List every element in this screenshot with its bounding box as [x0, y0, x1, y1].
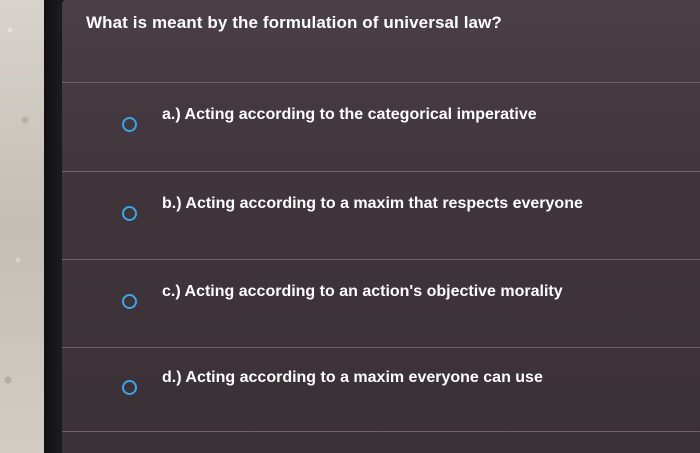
divider: [62, 171, 700, 172]
answer-option-b[interactable]: b.) Acting according to a maxim that res…: [122, 193, 682, 233]
quiz-screen: What is meant by the formulation of univ…: [62, 0, 700, 453]
answer-option-d[interactable]: d.) Acting according to a maxim everyone…: [122, 367, 682, 407]
radio-unselected-icon[interactable]: [122, 206, 137, 221]
divider: [62, 259, 700, 260]
answer-option-c-label: c.) Acting according to an action's obje…: [162, 283, 563, 300]
radio-unselected-icon[interactable]: [122, 117, 137, 132]
question-text: What is meant by the formulation of univ…: [86, 13, 502, 32]
divider: [62, 82, 700, 83]
photo-background: What is meant by the formulation of univ…: [0, 0, 700, 453]
answer-option-d-label: d.) Acting according to a maxim everyone…: [162, 369, 543, 386]
answer-option-a-label: a.) Acting according to the categorical …: [162, 106, 537, 123]
answer-option-a[interactable]: a.) Acting according to the categorical …: [122, 104, 682, 144]
answer-option-b-label: b.) Acting according to a maxim that res…: [162, 195, 583, 212]
answer-option-c[interactable]: c.) Acting according to an action's obje…: [122, 281, 682, 321]
radio-unselected-icon[interactable]: [122, 294, 137, 309]
divider: [62, 347, 700, 348]
divider: [62, 431, 700, 432]
radio-unselected-icon[interactable]: [122, 380, 137, 395]
